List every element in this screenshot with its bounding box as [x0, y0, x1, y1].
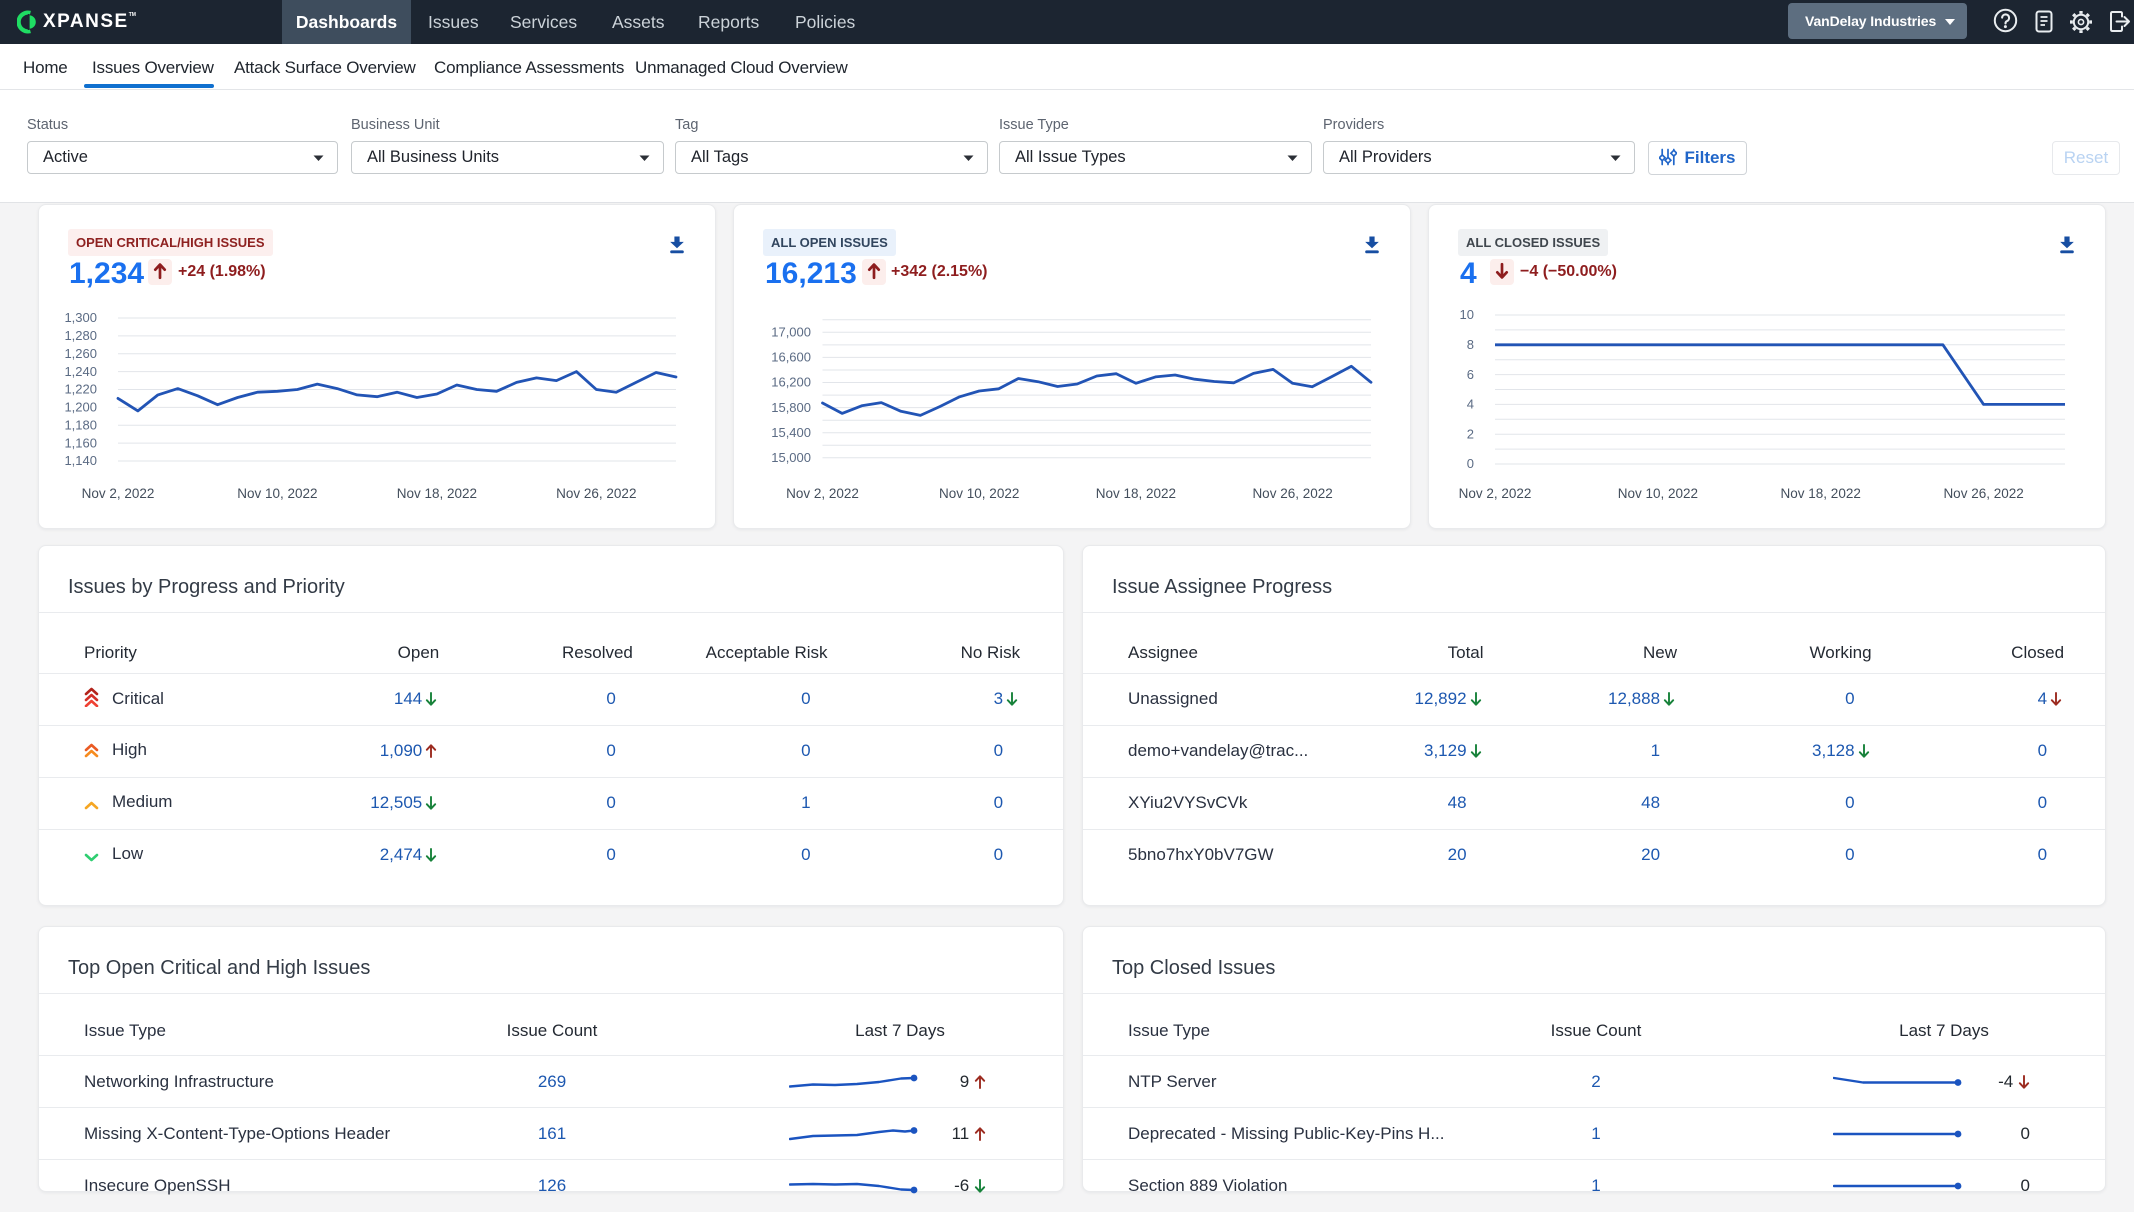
svg-text:Nov 26, 2022: Nov 26, 2022	[556, 486, 636, 501]
svg-text:0: 0	[1467, 456, 1474, 471]
svg-text:2: 2	[1467, 426, 1474, 441]
svg-text:1,240: 1,240	[64, 364, 97, 379]
svg-text:Nov 10, 2022: Nov 10, 2022	[939, 486, 1019, 501]
svg-text:15,000: 15,000	[771, 450, 811, 465]
svg-text:17,000: 17,000	[771, 325, 811, 340]
svg-text:Nov 26, 2022: Nov 26, 2022	[1943, 486, 2023, 501]
svg-text:15,400: 15,400	[771, 425, 811, 440]
svg-text:1,180: 1,180	[64, 417, 97, 432]
svg-text:1,160: 1,160	[64, 435, 97, 450]
svg-text:Nov 2, 2022: Nov 2, 2022	[1459, 486, 1532, 501]
svg-text:4: 4	[1467, 397, 1474, 412]
svg-text:1,200: 1,200	[64, 400, 97, 415]
svg-text:16,600: 16,600	[771, 350, 811, 365]
svg-text:6: 6	[1467, 367, 1474, 382]
svg-text:Nov 18, 2022: Nov 18, 2022	[1781, 486, 1861, 501]
svg-text:Nov 2, 2022: Nov 2, 2022	[82, 486, 155, 501]
svg-text:16,200: 16,200	[771, 375, 811, 390]
svg-text:Nov 10, 2022: Nov 10, 2022	[1618, 486, 1698, 501]
svg-text:10: 10	[1460, 307, 1474, 322]
svg-text:1,300: 1,300	[64, 310, 97, 325]
svg-text:Nov 18, 2022: Nov 18, 2022	[397, 486, 477, 501]
svg-text:Nov 2, 2022: Nov 2, 2022	[786, 486, 859, 501]
svg-text:Nov 10, 2022: Nov 10, 2022	[237, 486, 317, 501]
svg-text:15,800: 15,800	[771, 400, 811, 415]
svg-text:Nov 26, 2022: Nov 26, 2022	[1252, 486, 1332, 501]
svg-text:Nov 18, 2022: Nov 18, 2022	[1096, 486, 1176, 501]
svg-text:1,220: 1,220	[64, 382, 97, 397]
svg-text:1,260: 1,260	[64, 346, 97, 361]
svg-text:1,280: 1,280	[64, 328, 97, 343]
svg-text:8: 8	[1467, 337, 1474, 352]
svg-text:1,140: 1,140	[64, 453, 97, 468]
